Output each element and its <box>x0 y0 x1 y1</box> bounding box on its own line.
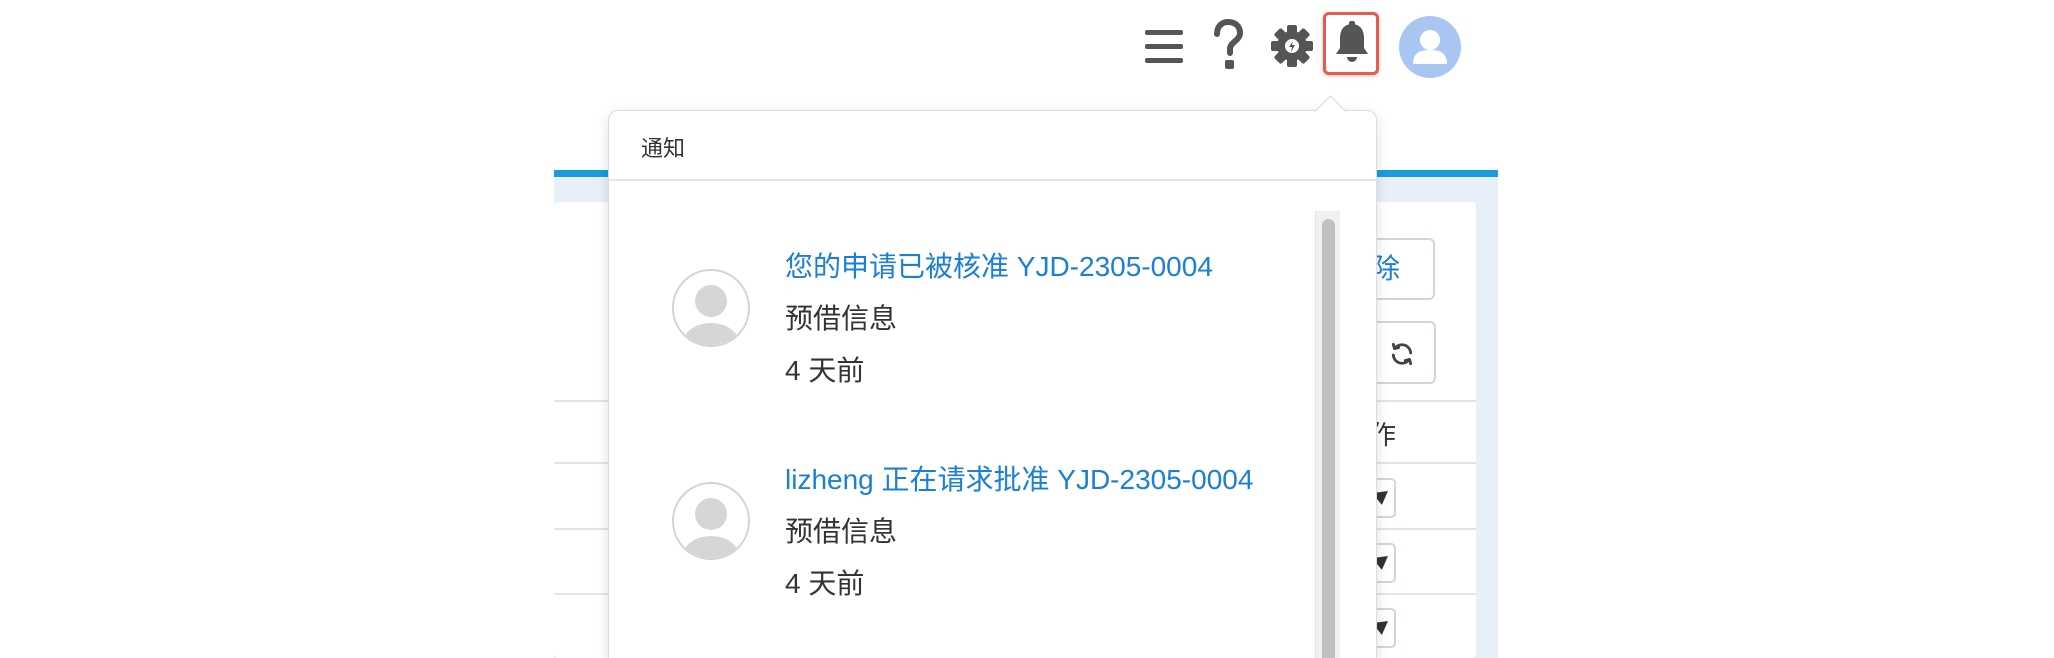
notifications-popover: 通知 您的申请已被核准 YJD-2305-0004 预借信息 4 天前 lizh… <box>608 110 1377 658</box>
notification-time: 4 天前 <box>785 355 865 386</box>
settings-icon[interactable] <box>1270 24 1314 68</box>
help-icon[interactable] <box>1210 18 1246 72</box>
notification-subtitle: 预借信息 <box>785 516 898 547</box>
popover-divider <box>609 179 1376 181</box>
user-avatar-icon <box>1413 30 1447 64</box>
bell-icon <box>1336 21 1368 62</box>
notification-time: 4 天前 <box>785 568 865 599</box>
notification-item[interactable]: 您的申请已被核准 YJD-2305-0004 预借信息 4 天前 <box>609 231 1309 391</box>
user-avatar[interactable] <box>1399 16 1461 78</box>
menu-icon[interactable] <box>1145 30 1183 64</box>
default-avatar-icon <box>683 498 739 558</box>
default-avatar-icon <box>683 285 739 345</box>
notification-title-link[interactable]: 您的申请已被核准 YJD-2305-0004 <box>785 245 1213 285</box>
popover-title: 通知 <box>641 136 686 161</box>
notification-subtitle: 预借信息 <box>785 303 898 334</box>
notification-avatar <box>672 482 750 560</box>
notification-title-link[interactable]: lizheng 正在请求批准 YJD-2305-0004 <box>785 458 1253 498</box>
popover-scrollbar-thumb[interactable] <box>1322 219 1335 658</box>
refresh-icon <box>1391 342 1413 366</box>
notification-avatar <box>672 269 750 347</box>
notification-item[interactable]: lizheng 正在请求批准 YJD-2305-0004 预借信息 4 天前 <box>609 444 1309 604</box>
notification-bell-button[interactable] <box>1323 12 1379 75</box>
